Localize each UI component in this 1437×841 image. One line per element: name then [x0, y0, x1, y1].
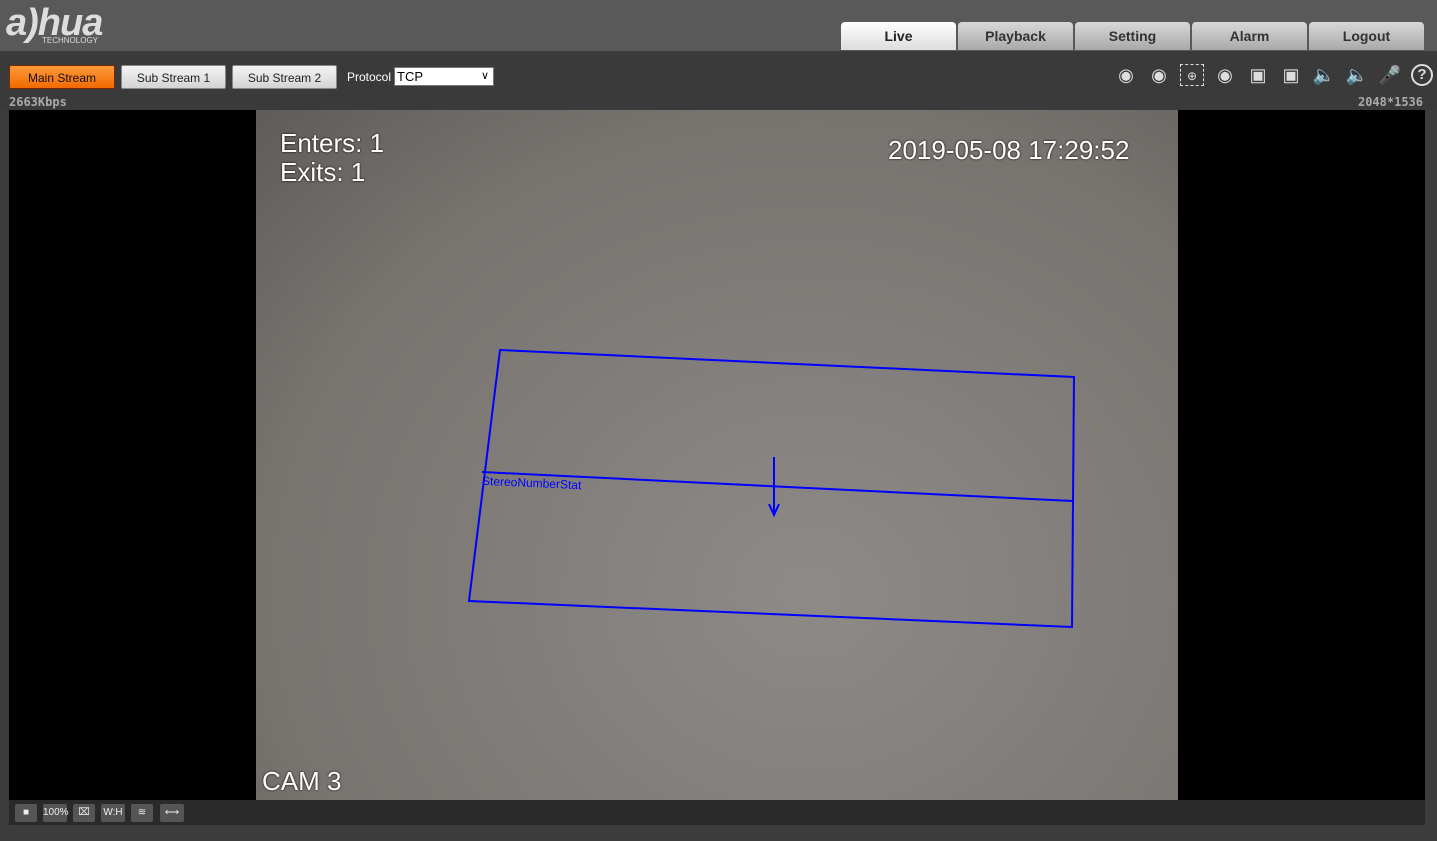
- protocol-select[interactable]: TCP ∨: [394, 67, 494, 86]
- help-icon[interactable]: ?: [1411, 64, 1433, 86]
- fullscreen-icon[interactable]: ⌧: [73, 804, 95, 822]
- protocol-value: TCP: [397, 69, 423, 84]
- audio-2-icon[interactable]: 🔈: [1345, 64, 1369, 86]
- header: a)hua TECHNOLOGY Live Playback Setting A…: [0, 0, 1437, 51]
- microphone-icon[interactable]: 🎤: [1378, 64, 1402, 86]
- aspect-ratio-button[interactable]: W:H: [101, 804, 125, 822]
- chevron-down-icon: ∨: [480, 70, 489, 82]
- ptz-view-icon[interactable]: ⟷: [160, 804, 184, 822]
- original-size-button[interactable]: 100%: [43, 804, 69, 822]
- record-icon[interactable]: ▣: [1279, 64, 1303, 86]
- count-region: [467, 348, 1076, 629]
- tab-alarm[interactable]: Alarm: [1192, 22, 1307, 50]
- main-stream-button[interactable]: Main Stream: [9, 65, 115, 89]
- fluency-icon[interactable]: ≋: [131, 804, 153, 822]
- zoom-region-icon[interactable]: ⊕: [1180, 64, 1204, 86]
- bitrate: 2663Kbps: [9, 95, 67, 109]
- tab-setting[interactable]: Setting: [1075, 22, 1190, 50]
- alarm-out-1-icon[interactable]: ◉: [1114, 64, 1138, 86]
- tab-playback[interactable]: Playback: [958, 22, 1073, 50]
- alarm-out-2-icon[interactable]: ◉: [1147, 64, 1171, 86]
- rule-overlay: [467, 348, 1076, 629]
- count-line: [481, 471, 1074, 502]
- logo-subtitle: TECHNOLOGY: [42, 36, 99, 45]
- sub-stream-2-button[interactable]: Sub Stream 2: [232, 65, 337, 89]
- tab-live[interactable]: Live: [841, 22, 956, 50]
- bottom-toolbar: ■ 100% ⌧ W:H ≋ ⟷: [9, 800, 1425, 825]
- audio-1-icon[interactable]: 🔈: [1312, 64, 1336, 86]
- live-video[interactable]: Enters: 1 Exits: 1 2019-05-08 17:29:52 C…: [9, 110, 1425, 800]
- snapshot-icon[interactable]: ◉: [1213, 64, 1237, 86]
- fit-icon[interactable]: ■: [15, 804, 37, 822]
- protocol-label: Protocol: [347, 70, 392, 84]
- resolution: 2048*1536: [1357, 95, 1423, 109]
- triple-snapshot-icon[interactable]: ▣: [1246, 64, 1270, 86]
- tab-logout[interactable]: Logout: [1309, 22, 1424, 50]
- sub-stream-1-button[interactable]: Sub Stream 1: [121, 65, 226, 89]
